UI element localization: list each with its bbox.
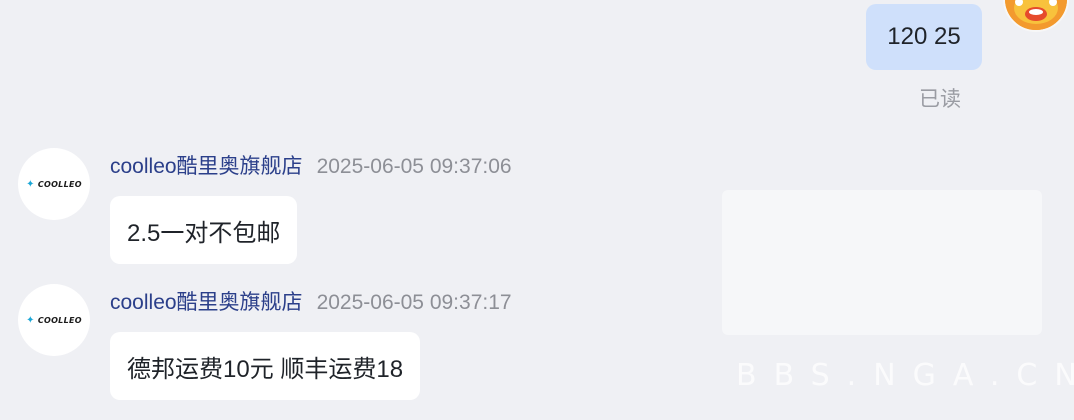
coolleo-logo: ✦ COOLLEO [26,179,82,190]
read-status: 已读 [919,88,961,111]
message-header: coolleo酷里奥旗舰店 2025-06-05 09:37:06 [110,150,512,180]
message-bubble[interactable]: 德邦运费10元 顺丰运费18 [110,332,421,400]
shop-avatar[interactable]: ✦ COOLLEO [18,148,90,220]
logo-mark-icon: ✦ [26,314,35,326]
watermark-logo [722,190,1042,335]
message-time: 2025-06-05 09:37:06 [316,155,512,178]
coolleo-logo: ✦ COOLLEO [26,315,82,326]
watermark-text: BBS.NGA.CN [736,358,1074,393]
message-time: 2025-06-05 09:37:17 [316,291,512,314]
message-header: coolleo酷里奥旗舰店 2025-06-05 09:37:17 [110,286,512,316]
site-watermark: BBS.NGA.CN [722,190,1074,410]
shop-avatar[interactable]: ✦ COOLLEO [18,284,90,356]
logo-text: COOLLEO [37,315,82,325]
sender-name[interactable]: coolleo酷里奥旗舰店 [110,291,303,314]
logo-mark-icon: ✦ [26,178,35,190]
logo-text: COOLLEO [37,179,82,189]
my-message-bubble[interactable]: 120 25 [866,4,982,70]
my-avatar[interactable] [1003,0,1069,32]
cartoon-avatar-icon [1005,0,1067,30]
sender-name[interactable]: coolleo酷里奥旗舰店 [110,155,303,178]
message-bubble[interactable]: 2.5一对不包邮 [110,196,298,264]
